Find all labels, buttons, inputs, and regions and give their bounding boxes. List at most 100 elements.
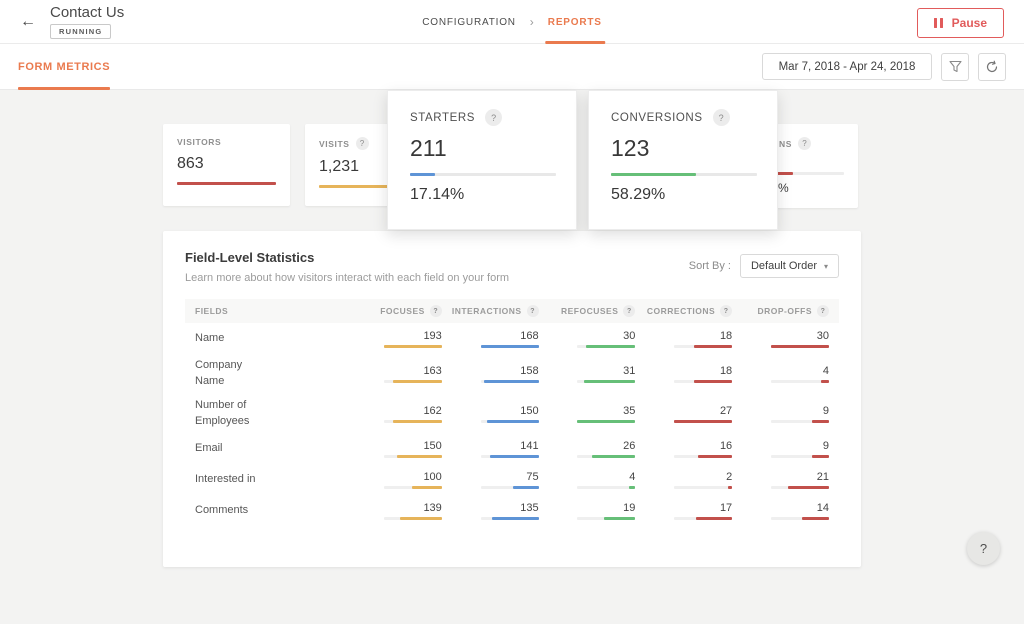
metric-value: 162 xyxy=(423,405,441,417)
table-row: Company Name 163 158 31 18 4 xyxy=(185,354,839,394)
metric-value: 19 xyxy=(623,502,635,514)
sort-order-value: Default Order xyxy=(751,260,817,272)
table-row: Number of Employees 162 150 35 27 9 xyxy=(185,394,839,434)
corrections-help-icon[interactable]: ? xyxy=(720,305,732,317)
metric-cell: 141 xyxy=(442,440,539,458)
metric-bar-track xyxy=(577,517,635,520)
starters-help-icon[interactable]: ? xyxy=(485,109,502,126)
field-name-label: Company Name xyxy=(195,358,345,390)
col-focuses: FOCUSES? xyxy=(345,305,442,317)
metric-value: 141 xyxy=(520,440,538,452)
metric-bar-track xyxy=(577,455,635,458)
visitors-card: VISITORS 863 xyxy=(163,124,290,206)
metric-value: 18 xyxy=(720,330,732,342)
metric-bar-fill xyxy=(771,345,829,348)
col-refocuses: REFOCUSES? xyxy=(539,305,636,317)
pause-button-label: Pause xyxy=(952,16,987,30)
conversions-percent: 58.29% xyxy=(611,186,755,204)
metric-bar-track xyxy=(577,380,635,383)
metric-bar-fill xyxy=(604,517,635,520)
reports-toolbar: FORM METRICS Mar 7, 2018 - Apr 24, 2018 xyxy=(0,44,1024,90)
status-badge: RUNNING xyxy=(50,24,111,39)
metric-value: 139 xyxy=(423,502,441,514)
field-stats-table: FIELDS FOCUSES? INTERACTIONS? REFOCUSES?… xyxy=(185,299,839,527)
refresh-button[interactable] xyxy=(978,53,1006,81)
table-row: Name 193 168 30 18 30 xyxy=(185,323,839,354)
metric-cell: 2 xyxy=(635,471,732,489)
pause-button[interactable]: Pause xyxy=(917,8,1004,38)
interactions-help-icon[interactable]: ? xyxy=(527,305,539,317)
metric-value: 17 xyxy=(720,502,732,514)
top-header: ← Contact Us RUNNING CONFIGURATION › REP… xyxy=(0,0,1024,44)
metric-value: 163 xyxy=(423,365,441,377)
field-stats-subtitle: Learn more about how visitors interact w… xyxy=(185,272,509,284)
metric-cell: 150 xyxy=(345,440,442,458)
metric-cell: 135 xyxy=(442,502,539,520)
metric-cell: 9 xyxy=(732,440,829,458)
metric-bar-track xyxy=(674,517,732,520)
metric-cell: 9 xyxy=(732,405,829,423)
metric-bar-track xyxy=(771,345,829,348)
visits-help-icon[interactable]: ? xyxy=(356,137,369,150)
table-row: Comments 139 135 19 17 14 xyxy=(185,496,839,527)
dropoffs-help-icon[interactable]: ? xyxy=(817,305,829,317)
metric-bar-track xyxy=(481,517,539,520)
visits-label: VISITS xyxy=(319,139,350,149)
metric-value: 30 xyxy=(817,330,829,342)
metric-bar-fill xyxy=(584,380,635,383)
metric-bar-track xyxy=(384,345,442,348)
breadcrumb: CONFIGURATION › REPORTS xyxy=(422,0,602,44)
metric-bar-track xyxy=(771,380,829,383)
metric-cell: 4 xyxy=(539,471,636,489)
metric-bar-track xyxy=(481,455,539,458)
metric-value: 26 xyxy=(623,440,635,452)
metric-cell: 18 xyxy=(635,365,732,383)
visitors-label: VISITORS xyxy=(177,137,221,147)
metric-bar-fill xyxy=(586,345,636,348)
focuses-help-icon[interactable]: ? xyxy=(430,305,442,317)
metric-value: 30 xyxy=(623,330,635,342)
metric-value: 35 xyxy=(623,405,635,417)
metric-cell: 158 xyxy=(442,365,539,383)
chevron-down-icon: ▾ xyxy=(824,262,828,271)
sort-order-dropdown[interactable]: Default Order ▾ xyxy=(740,254,839,278)
col-fields: FIELDS xyxy=(195,306,345,316)
tab-form-metrics[interactable]: FORM METRICS xyxy=(18,44,110,90)
metric-cell: 30 xyxy=(539,330,636,348)
metric-cell: 163 xyxy=(345,365,442,383)
metric-value: 14 xyxy=(817,502,829,514)
metric-bar-fill xyxy=(397,455,442,458)
help-fab-button[interactable]: ? xyxy=(967,532,1000,565)
conversions-help-icon[interactable]: ? xyxy=(713,109,730,126)
metric-bar-fill xyxy=(821,380,829,383)
field-name-label: Number of Employees xyxy=(195,398,345,430)
metric-bar-track xyxy=(577,420,635,423)
table-body: Name 193 168 30 18 30 Company Name 163 1… xyxy=(185,323,839,527)
breadcrumb-reports[interactable]: REPORTS xyxy=(548,17,602,28)
form-metrics-tab-label: FORM METRICS xyxy=(18,61,110,73)
conversions-value: 123 xyxy=(611,135,755,162)
metric-bar-fill xyxy=(577,420,635,423)
filter-button[interactable] xyxy=(941,53,969,81)
conversions-label: CONVERSIONS xyxy=(611,112,703,124)
refocuses-help-icon[interactable]: ? xyxy=(623,305,635,317)
metric-bar-fill xyxy=(674,420,732,423)
partial-card-help-icon[interactable]: ? xyxy=(798,137,811,150)
table-row: Email 150 141 26 16 9 xyxy=(185,434,839,465)
metric-bar-fill xyxy=(481,345,539,348)
metric-bar-fill xyxy=(812,455,829,458)
starters-popup-card: STARTERS ? 211 17.14% xyxy=(387,90,577,230)
breadcrumb-configuration[interactable]: CONFIGURATION xyxy=(422,17,516,28)
metric-value: 150 xyxy=(423,440,441,452)
back-icon[interactable]: ← xyxy=(16,12,40,32)
visitors-bar xyxy=(177,182,276,185)
metric-bar-track xyxy=(674,486,732,489)
metric-value: 135 xyxy=(520,502,538,514)
metric-bar-fill xyxy=(696,517,733,520)
metric-value: 158 xyxy=(520,365,538,377)
field-name-label: Email xyxy=(195,441,345,457)
metric-value: 168 xyxy=(520,330,538,342)
date-range-picker[interactable]: Mar 7, 2018 - Apr 24, 2018 xyxy=(762,53,932,80)
metric-bar-track xyxy=(384,486,442,489)
metric-bar-fill xyxy=(812,420,829,423)
